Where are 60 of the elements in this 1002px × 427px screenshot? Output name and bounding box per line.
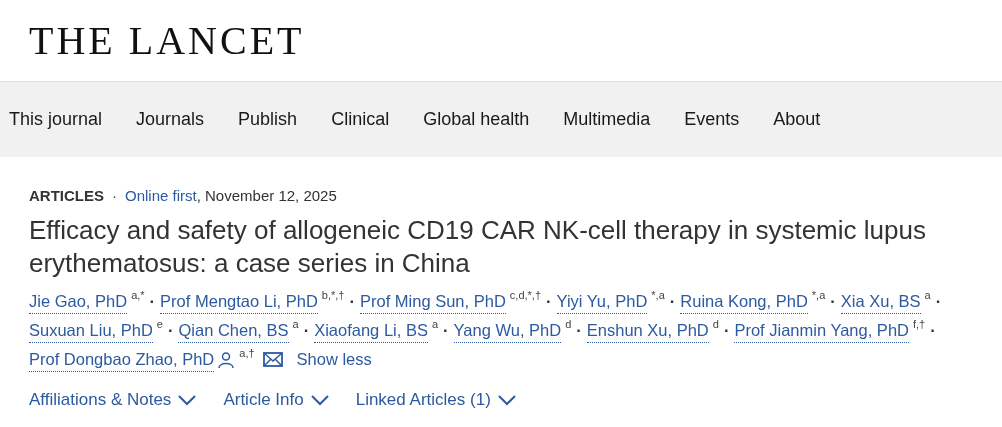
separator-dot: · [167, 320, 174, 341]
section-toggle[interactable]: Article Info [223, 390, 330, 410]
separator-dot: · [723, 320, 730, 341]
separator-dot: · [669, 291, 676, 312]
chevron-icon [309, 394, 330, 406]
separator-dot: · [303, 320, 310, 341]
separator-dot: · [112, 187, 117, 204]
nav-link[interactable]: Publish [221, 109, 315, 130]
author-link[interactable]: Prof Mengtao Li, PhD [160, 289, 318, 314]
affiliation-marks: a [924, 289, 931, 302]
author-link[interactable]: Yiyi Yu, PhD [556, 289, 648, 314]
section-toggle[interactable]: Linked Articles (1) [355, 390, 517, 410]
separator-dot: · [935, 291, 942, 312]
author-link[interactable]: Prof Dongbao Zhao, PhD [29, 347, 215, 372]
author-link[interactable]: Qian Chen, BS [178, 318, 289, 343]
chevron-icon [496, 394, 517, 406]
separator-dot: · [546, 291, 552, 312]
nav-link[interactable]: Global health [406, 109, 547, 130]
author-link[interactable]: Xia Xu, BS [840, 289, 921, 314]
affiliation-marks: *,a [651, 289, 665, 302]
affiliation-marks: f,† [913, 318, 926, 331]
author-link[interactable]: Prof Ming Sun, PhD [360, 289, 506, 314]
affiliation-marks: a [431, 318, 439, 331]
affiliation-marks: d [712, 318, 719, 331]
affiliation-marks: a,* [131, 289, 145, 302]
article-title: Efficacy and safety of allogeneic CD19 CAR NK-cell therapy in systemic lupus erythematosus: a case series in China [29, 214, 927, 279]
separator-dot: · [930, 320, 936, 341]
author-link[interactable]: Prof Jianmin Yang, PhD [734, 318, 909, 343]
mail-icon[interactable] [262, 351, 283, 368]
author-link[interactable]: Yang Wu, PhD [453, 318, 562, 343]
author-link[interactable]: Jie Gao, PhD [29, 289, 128, 314]
chevron-icon [177, 394, 198, 406]
affiliation-marks: c,d,*,† [509, 289, 541, 302]
nav-link[interactable]: Events [667, 109, 757, 130]
separator-dot: · [830, 291, 836, 312]
separator-dot: · [349, 291, 355, 312]
affiliation-marks: e [156, 318, 163, 331]
author-link[interactable]: Ruina Kong, PhD [680, 289, 808, 314]
nav-link[interactable]: Clinical [314, 109, 407, 130]
affiliation-marks: a [292, 318, 299, 331]
author-link[interactable]: Enshun Xu, PhD [586, 318, 709, 343]
affiliation-marks: *,a [811, 289, 826, 302]
article-type: ARTICLES [29, 187, 104, 204]
nav-link[interactable]: Multimedia [546, 109, 668, 130]
nav-link[interactable]: Journals [119, 109, 222, 130]
affiliation-marks: b,*,† [321, 289, 345, 302]
nav-link[interactable]: About [756, 109, 838, 130]
author-link[interactable]: Suxuan Liu, PhD [29, 318, 153, 343]
nav-link[interactable]: This journal [9, 109, 120, 130]
journal-logo[interactable]: THE LANCET [29, 20, 305, 61]
online-first-link[interactable]: Online first [125, 187, 197, 204]
author-link[interactable]: Xiaofang Li, BS [314, 318, 428, 343]
section-toggle[interactable]: Affiliations & Notes [29, 390, 198, 410]
separator-dot: · [443, 320, 449, 341]
separator-dot: · [149, 291, 156, 312]
affiliation-marks: a,† [239, 347, 255, 360]
show-less-link[interactable]: Show less [296, 347, 372, 371]
publication-date: , November 12, 2025 [196, 187, 337, 204]
affiliation-marks: d [565, 318, 572, 331]
separator-dot: · [576, 320, 582, 341]
